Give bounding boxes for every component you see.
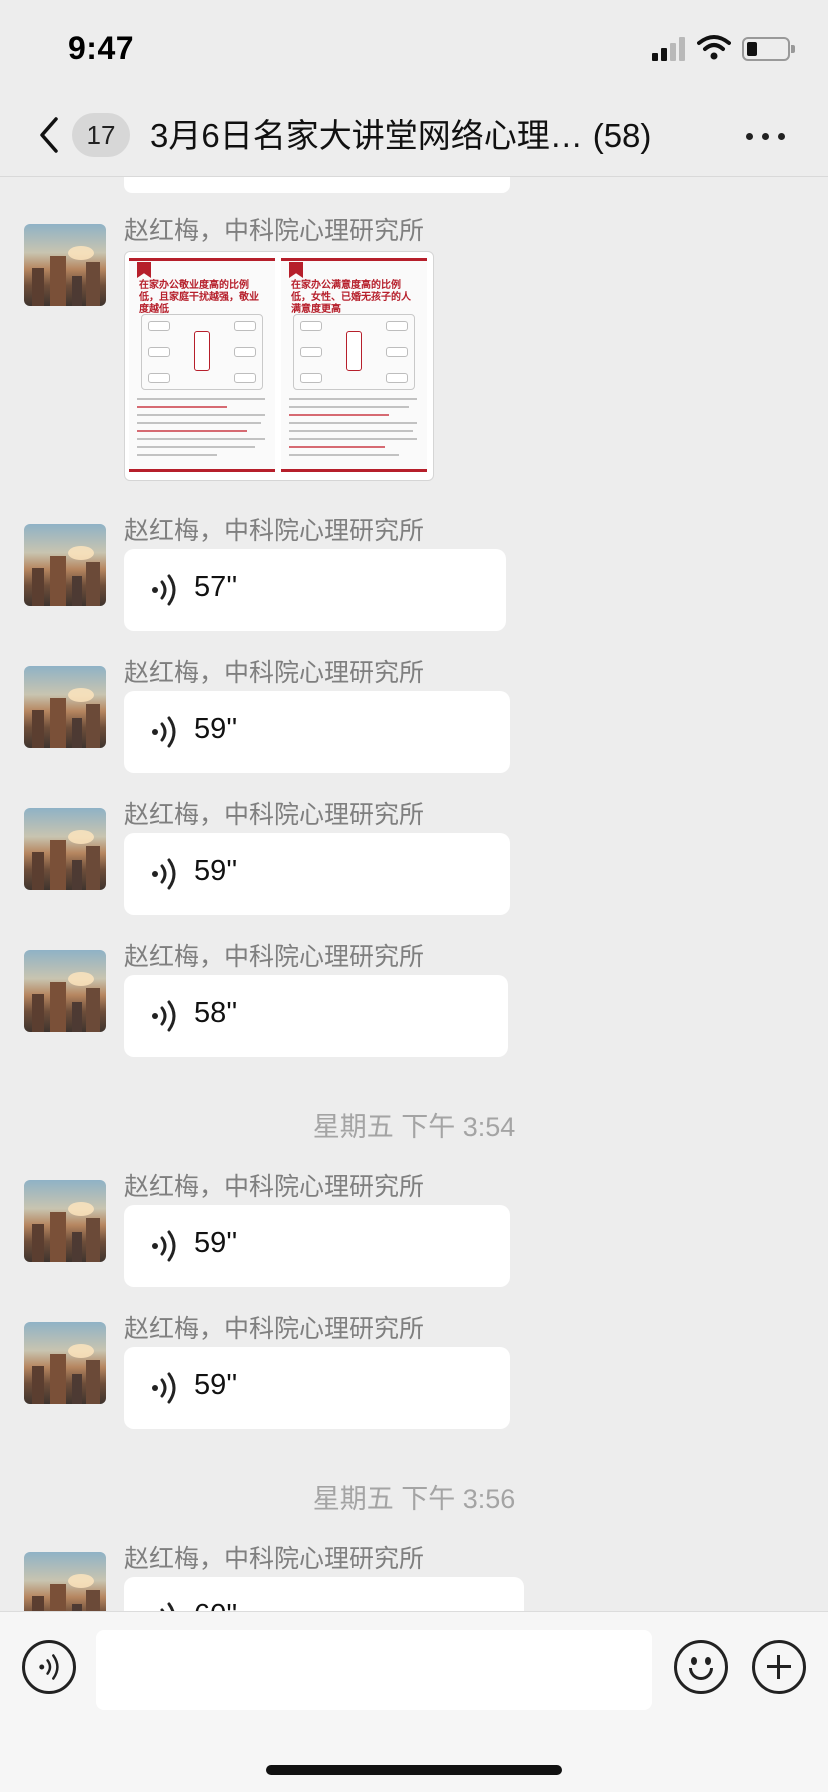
voice-wave-icon: [160, 1602, 175, 1611]
sender-name: 赵红梅，中科院心理研究所: [124, 217, 425, 245]
smiley-icon: [691, 1657, 697, 1665]
chevron-left-icon[interactable]: [34, 113, 64, 157]
input-bar: [0, 1611, 828, 1792]
voice-bubble[interactable]: 59'': [124, 691, 510, 773]
message-list[interactable]: 赵红梅，中科院心理研究所 在家办公敬业度高的比例低，且家庭干扰越强，敬业度越低: [0, 177, 828, 1611]
voice-bubble[interactable]: 58'': [124, 975, 508, 1057]
voice-wave-icon: [39, 1654, 59, 1680]
chat-header: 17 3月6日名家大讲堂网络心理… (58): [0, 95, 828, 177]
home-indicator: [266, 1765, 562, 1775]
avatar[interactable]: [24, 808, 106, 890]
sender-name: 赵红梅，中科院心理研究所: [124, 1545, 425, 1573]
chat-title: 3月6日名家大讲堂网络心理… (58): [150, 113, 700, 159]
avatar[interactable]: [24, 1180, 106, 1262]
voice-wave-icon: [152, 1372, 176, 1404]
image-page-right-title: 在家办公满意度高的比例低，女性、已婚无孩子的人满意度更高: [291, 280, 411, 315]
voice-wave-icon: [152, 574, 176, 606]
unread-count-badge[interactable]: 17: [72, 113, 130, 157]
more-dots-icon[interactable]: [740, 117, 792, 155]
voice-duration: 59'': [194, 713, 238, 745]
group-name: 3月6日名家大讲堂网络心理…: [150, 117, 583, 154]
sender-name: 赵红梅，中科院心理研究所: [124, 943, 425, 971]
sender-name: 赵红梅，中科院心理研究所: [124, 1315, 425, 1343]
voice-wave-icon: [152, 1000, 176, 1032]
sender-name: 赵红梅，中科院心理研究所: [124, 1173, 425, 1201]
sender-name: 赵红梅，中科院心理研究所: [124, 801, 425, 829]
member-count: (58): [592, 117, 652, 154]
time-separator: 星期五 下午 3:56: [312, 1484, 516, 1514]
status-bar: 9:47: [0, 0, 828, 95]
voice-duration: 59'': [194, 855, 238, 887]
voice-bubble[interactable]: 59'': [124, 1205, 510, 1287]
voice-duration: 58'': [194, 997, 238, 1029]
voice-duration: 59'': [194, 1227, 238, 1259]
status-time: 9:47: [68, 30, 135, 66]
voice-bubble[interactable]: 59'': [124, 833, 510, 915]
voice-duration: 60'': [194, 1599, 237, 1611]
voice-wave-icon: [152, 716, 176, 748]
avatar[interactable]: [24, 1552, 106, 1611]
message-input[interactable]: [96, 1630, 652, 1710]
battery-icon: [742, 37, 795, 61]
avatar[interactable]: [24, 666, 106, 748]
image-page-left-title: 在家办公敬业度高的比例低，且家庭干扰越强，敬业度越低: [139, 280, 259, 315]
image-page-right: 在家办公满意度高的比例低，女性、已婚无孩子的人满意度更高: [281, 258, 427, 472]
voice-bubble[interactable]: 59'': [124, 1347, 510, 1429]
plus-circle-icon[interactable]: [752, 1640, 806, 1694]
avatar[interactable]: [24, 1322, 106, 1404]
voice-input-button[interactable]: [22, 1640, 76, 1694]
sender-name: 赵红梅，中科院心理研究所: [124, 659, 425, 687]
image-page-left: 在家办公敬业度高的比例低，且家庭干扰越强，敬业度越低: [129, 258, 275, 472]
voice-wave-icon: [152, 858, 176, 890]
avatar[interactable]: [24, 224, 106, 306]
sender-name: 赵红梅，中科院心理研究所: [124, 517, 425, 545]
previous-message-bubble[interactable]: [124, 177, 510, 193]
voice-bubble[interactable]: 57'': [124, 549, 506, 631]
voice-duration: 59'': [194, 1369, 238, 1401]
voice-bubble[interactable]: 60'': [124, 1577, 524, 1611]
emoji-button[interactable]: [674, 1640, 728, 1694]
cellular-signal-icon: [652, 37, 686, 61]
shared-image[interactable]: 在家办公敬业度高的比例低，且家庭干扰越强，敬业度越低 在家办公满意度高的比例低，…: [124, 251, 434, 481]
avatar[interactable]: [24, 950, 106, 1032]
time-separator: 星期五 下午 3:54: [312, 1112, 516, 1142]
avatar[interactable]: [24, 524, 106, 606]
wifi-icon: [697, 35, 731, 60]
voice-wave-icon: [152, 1230, 176, 1262]
voice-duration: 57'': [194, 571, 238, 603]
